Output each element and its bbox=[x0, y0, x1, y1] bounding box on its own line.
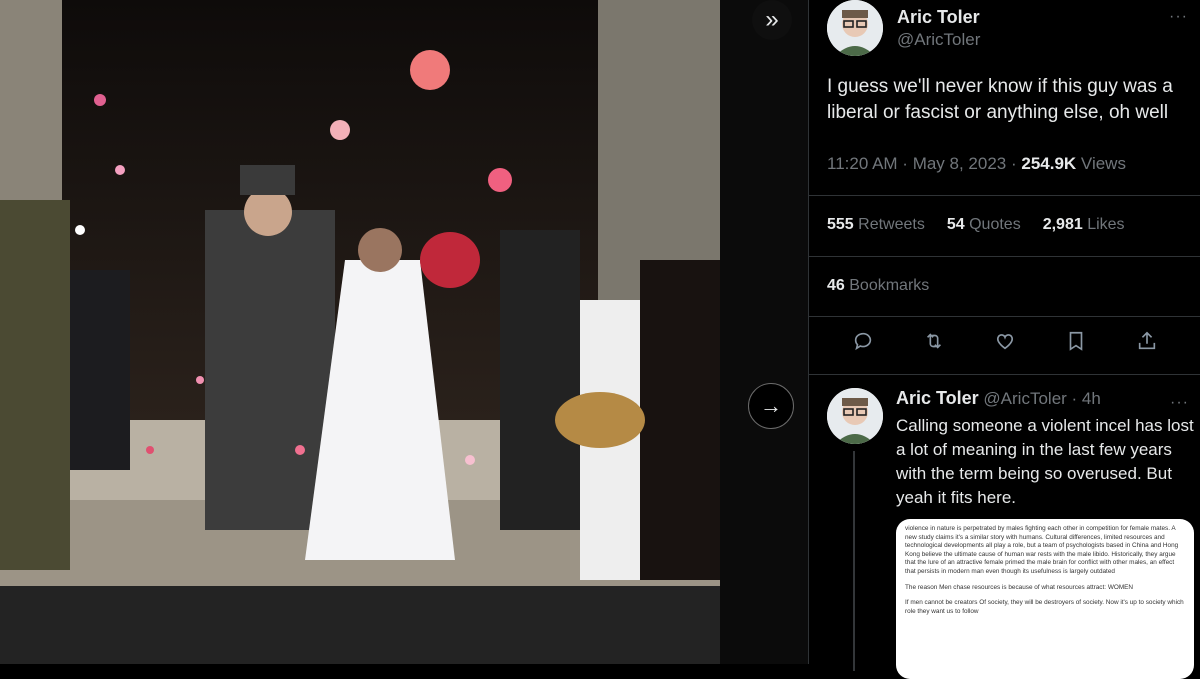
reply-icon[interactable] bbox=[843, 330, 883, 358]
author-handle[interactable]: @AricToler bbox=[897, 30, 980, 50]
tweet-text: I guess we'll never know if this guy was… bbox=[827, 76, 1173, 123]
reply-age[interactable]: · 4h bbox=[1072, 389, 1101, 408]
arrow-right-icon: → bbox=[760, 393, 782, 418]
attached-image[interactable]: violence in nature is perpetrated by mal… bbox=[896, 519, 1194, 679]
tweet-timestamp[interactable]: 11:20 AM · May 8, 2023 · 254.9K Views bbox=[827, 154, 1126, 174]
reply-header: Aric Toler @AricToler · 4h bbox=[896, 388, 1101, 409]
doc-paragraph: The reason Men chase resources is becaus… bbox=[905, 583, 1134, 591]
divider bbox=[809, 256, 1200, 257]
next-image-button[interactable]: → bbox=[748, 383, 794, 429]
wedding-photo[interactable] bbox=[0, 0, 720, 586]
tweet-date: May 8, 2023 bbox=[912, 154, 1007, 173]
media-viewer: » → bbox=[0, 0, 808, 664]
expand-icon[interactable]: » bbox=[752, 0, 792, 40]
action-bar bbox=[809, 330, 1200, 358]
retweet-icon[interactable] bbox=[914, 330, 954, 358]
divider bbox=[809, 195, 1200, 196]
tweet-panel: Aric Toler @AricToler ··· I guess we'll … bbox=[808, 0, 1200, 679]
more-icon[interactable]: ··· bbox=[1170, 394, 1189, 412]
tweet-time: 11:20 AM bbox=[827, 154, 898, 173]
author-name[interactable]: Aric Toler bbox=[897, 7, 980, 28]
views-count: 254.9K bbox=[1021, 154, 1077, 173]
doc-paragraph: If men cannot be creators Of society, th… bbox=[905, 599, 1184, 615]
divider bbox=[809, 316, 1200, 317]
likes-stat[interactable]: 2,981 Likes bbox=[1043, 216, 1125, 234]
engagement-stats: 555 Retweets 54 Quotes 2,981 Likes bbox=[827, 216, 1125, 234]
share-icon[interactable] bbox=[1127, 330, 1167, 358]
retweets-stat[interactable]: 555 Retweets bbox=[827, 216, 925, 234]
photo-panel bbox=[0, 0, 720, 664]
bookmarks-stat[interactable]: 46 Bookmarks bbox=[827, 277, 929, 295]
like-icon[interactable] bbox=[985, 330, 1025, 358]
reply-author-name[interactable]: Aric Toler bbox=[896, 388, 979, 408]
doc-paragraph: violence in nature is perpetrated by mal… bbox=[905, 525, 1179, 575]
divider bbox=[809, 374, 1200, 375]
quotes-stat[interactable]: 54 Quotes bbox=[947, 216, 1021, 234]
thread-line bbox=[853, 451, 855, 671]
avatar[interactable] bbox=[827, 388, 883, 444]
more-icon[interactable]: ··· bbox=[1169, 8, 1188, 26]
reply-author-handle[interactable]: @AricToler bbox=[983, 389, 1066, 408]
views-label: Views bbox=[1080, 154, 1126, 173]
avatar[interactable] bbox=[827, 0, 883, 56]
reply-text: Calling someone a violent incel has lost… bbox=[896, 416, 1194, 507]
bookmark-icon[interactable] bbox=[1056, 330, 1096, 358]
